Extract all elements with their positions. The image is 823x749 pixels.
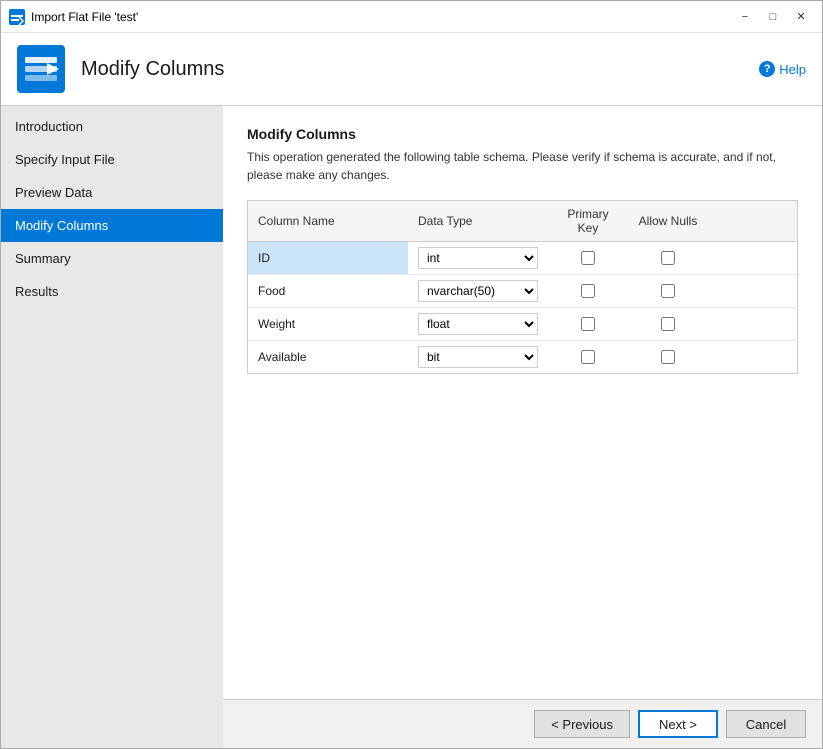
cell-null-id [628,242,708,275]
main-panel: Modify Columns This operation generated … [223,106,822,748]
header-column-name: Column Name [248,201,408,242]
app-icon [9,9,25,25]
dialog-footer: < Previous Next > Cancel [223,699,822,748]
cancel-button[interactable]: Cancel [726,710,806,738]
checkbox-null-food[interactable] [661,284,675,298]
header-extra [708,201,797,242]
cell-datatype-weight[interactable]: int nvarchar(50) float bit [408,308,548,341]
cell-column-name-weight: Weight [248,308,408,341]
dialog-header: Modify Columns ? Help [1,33,822,106]
section-title: Modify Columns [247,126,798,142]
main-content: Modify Columns This operation generated … [223,106,822,699]
cell-datatype-id[interactable]: int nvarchar(50) float bit [408,242,548,275]
cell-datatype-food[interactable]: int nvarchar(50) float bit [408,275,548,308]
sidebar: Introduction Specify Input File Preview … [1,106,223,748]
cell-column-name-available: Available [248,341,408,374]
window: Import Flat File 'test' − □ ✕ Modify Col… [0,0,823,749]
cell-extra-food [708,275,797,308]
table-row: Available int nvarchar(50) float bit [248,341,797,374]
cell-column-name-id: ID [248,242,408,275]
cell-pk-food [548,275,628,308]
close-button[interactable]: ✕ [788,7,814,27]
title-bar-controls: − □ ✕ [732,7,814,27]
minimize-button[interactable]: − [732,7,758,27]
datatype-select-available[interactable]: int nvarchar(50) float bit [418,346,538,368]
checkbox-pk-id[interactable] [581,251,595,265]
title-bar-left: Import Flat File 'test' [9,9,138,25]
cell-pk-id [548,242,628,275]
checkbox-pk-food[interactable] [581,284,595,298]
cell-extra-id [708,242,797,275]
cell-extra-weight [708,308,797,341]
dialog-body: Introduction Specify Input File Preview … [1,106,822,748]
sidebar-item-modify-columns[interactable]: Modify Columns [1,209,223,242]
header-data-type: Data Type [408,201,548,242]
header-title: Modify Columns [81,58,224,81]
sidebar-item-preview-data[interactable]: Preview Data [1,176,223,209]
checkbox-pk-weight[interactable] [581,317,595,331]
help-link[interactable]: ? Help [759,61,806,77]
columns-table-wrapper: Column Name Data Type Primary Key Allow … [247,200,798,374]
sidebar-item-summary[interactable]: Summary [1,242,223,275]
datatype-select-weight[interactable]: int nvarchar(50) float bit [418,313,538,335]
sidebar-item-specify-input-file[interactable]: Specify Input File [1,143,223,176]
cell-null-food [628,275,708,308]
window-title: Import Flat File 'test' [31,10,138,24]
checkbox-null-available[interactable] [661,350,675,364]
header-allow-nulls: Allow Nulls [628,201,708,242]
datatype-select-food[interactable]: int nvarchar(50) float bit [418,280,538,302]
table-row: ID int nvarchar(50) float bit [248,242,797,275]
sidebar-item-results[interactable]: Results [1,275,223,308]
cell-datatype-available[interactable]: int nvarchar(50) float bit [408,341,548,374]
table-header-row: Column Name Data Type Primary Key Allow … [248,201,797,242]
table-row: Weight int nvarchar(50) float bit [248,308,797,341]
cell-pk-available [548,341,628,374]
title-bar: Import Flat File 'test' − □ ✕ [1,1,822,33]
maximize-button[interactable]: □ [760,7,786,27]
datatype-select-id[interactable]: int nvarchar(50) float bit [418,247,538,269]
sidebar-item-introduction[interactable]: Introduction [1,110,223,143]
header-icon [17,45,65,93]
checkbox-null-weight[interactable] [661,317,675,331]
checkbox-null-id[interactable] [661,251,675,265]
help-label: Help [779,62,806,77]
columns-table: Column Name Data Type Primary Key Allow … [248,201,797,373]
previous-button[interactable]: < Previous [534,710,630,738]
section-description: This operation generated the following t… [247,148,798,184]
cell-null-weight [628,308,708,341]
header-primary-key: Primary Key [548,201,628,242]
cell-null-available [628,341,708,374]
cell-pk-weight [548,308,628,341]
cell-column-name-food: Food [248,275,408,308]
cell-extra-available [708,341,797,374]
checkbox-pk-available[interactable] [581,350,595,364]
table-row: Food int nvarchar(50) float bit [248,275,797,308]
next-button[interactable]: Next > [638,710,718,738]
help-icon: ? [759,61,775,77]
